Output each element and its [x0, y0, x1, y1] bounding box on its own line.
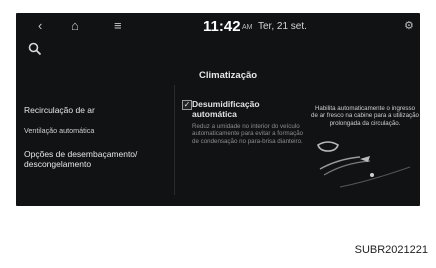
- page-title: Climatização: [199, 70, 258, 81]
- search-icon[interactable]: [28, 42, 42, 56]
- settings-icon[interactable]: ⚙: [404, 19, 414, 32]
- back-arrow-icon[interactable]: ‹: [38, 19, 42, 33]
- car-airflow-illustration: [310, 135, 418, 201]
- menu-icon[interactable]: ≡: [114, 19, 122, 33]
- page: { "topbar": { "back_icon": "back-arrow-i…: [0, 0, 436, 268]
- menu-item-recirculation[interactable]: Recirculação de ar: [24, 105, 95, 115]
- clock-ampm: AM: [242, 24, 253, 31]
- figure-code: SUBR2021221: [354, 244, 428, 256]
- infotainment-screen: ‹ ⌂ ≡ 11:42 AM Ter, 21 set. ⚙ Climatizaç…: [16, 13, 420, 206]
- date-label: Ter, 21 set.: [258, 21, 307, 32]
- clock-time: 11:42: [203, 18, 241, 35]
- auto-dehumidify-description: Reduz a umidade no interior do veículo a…: [192, 123, 304, 145]
- checkmark-icon: ✓: [182, 100, 192, 110]
- menu-item-defog-options[interactable]: Opções de desembaçamento/ descongelament…: [24, 149, 164, 169]
- status-bar: ‹ ⌂ ≡ 11:42 AM Ter, 21 set. ⚙: [16, 13, 420, 43]
- menu-item-auto-ventilation[interactable]: Ventilação automática: [24, 126, 94, 136]
- info-text: Habilita automaticamente o ingresso de a…: [311, 105, 420, 127]
- divider: [174, 85, 175, 195]
- auto-dehumidify-label: Desumidificação automática: [192, 99, 260, 119]
- home-icon[interactable]: ⌂: [71, 19, 79, 33]
